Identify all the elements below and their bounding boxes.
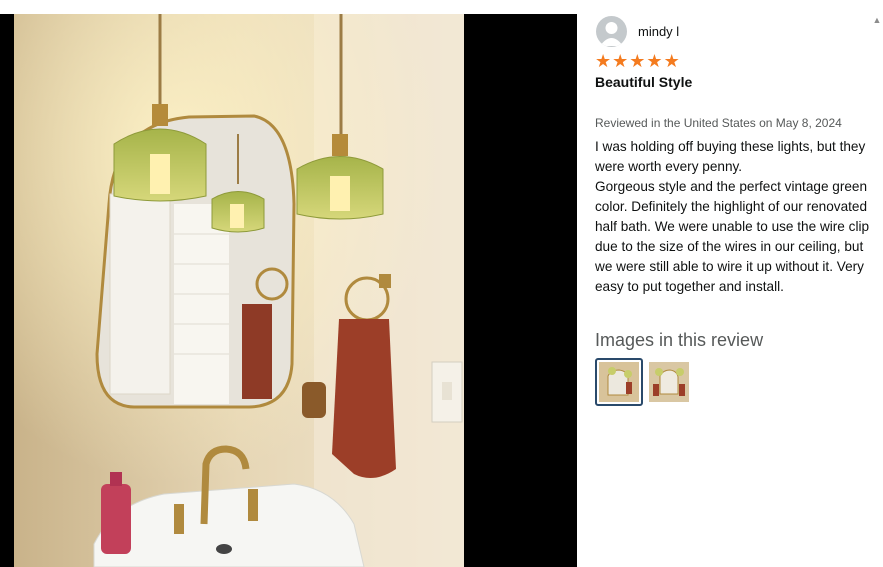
star-icon: ★ (612, 51, 629, 71)
star-icon: ★ (595, 51, 612, 71)
author-name: mindy l (638, 24, 680, 39)
review-photo[interactable] (14, 14, 464, 567)
images-section-heading: Images in this review (595, 330, 764, 350)
photo-thumbnail-icon (649, 362, 689, 402)
review-title: Beautiful Style (595, 74, 693, 90)
review-meta: Reviewed in the United States on May 8, … (595, 116, 842, 130)
image-viewer (0, 0, 577, 567)
review-author[interactable]: mindy l (596, 16, 679, 47)
avatar (596, 16, 627, 47)
review-body: I was holding off buying these lights, b… (595, 139, 870, 294)
photo-thumbnail-1[interactable] (595, 358, 643, 406)
star-rating: ★ ★ ★ ★ ★ (595, 52, 680, 70)
scroll-up-arrow-icon[interactable]: ▲ (871, 14, 883, 26)
thumbnail-strip (595, 358, 689, 406)
star-icon: ★ (629, 51, 646, 71)
review-panel: ▲ mindy l ★ ★ ★ ★ ★ Beautiful Style Revi… (577, 0, 883, 567)
star-icon: ★ (663, 51, 680, 71)
photo-thumbnail-2[interactable] (649, 362, 689, 402)
photo-thumbnail-icon (599, 362, 639, 402)
star-icon: ★ (646, 51, 663, 71)
photo-frame (0, 14, 577, 567)
user-silhouette-icon (600, 22, 623, 46)
